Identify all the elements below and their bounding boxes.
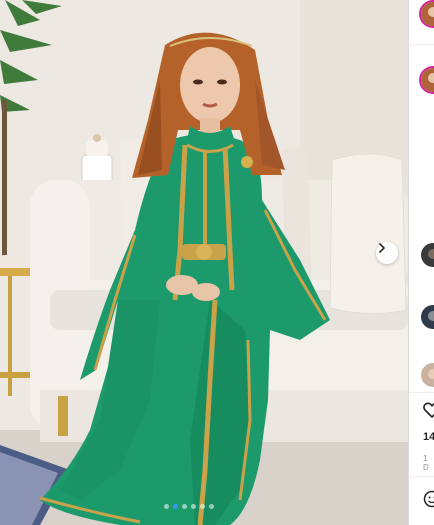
carousel-dot [191,504,196,509]
author-avatar[interactable] [421,2,434,26]
actions-divider [409,392,434,393]
post-photo [0,0,408,525]
post-date: 1 D [423,454,430,472]
carousel-indicator [164,504,214,509]
avatar-image [421,243,434,267]
avatar-image [421,305,434,329]
carousel-dot [200,504,205,509]
post-sidebar: 14 1 D [408,0,434,525]
carousel-dot [182,504,187,509]
carousel-dot [173,504,178,509]
emoji-icon[interactable] [423,490,434,508]
post-media[interactable] [0,0,408,525]
commenter-avatar[interactable] [421,243,434,267]
header-divider [409,44,434,45]
caption-avatar[interactable] [421,68,434,92]
avatar-image [421,363,434,387]
chevron-right-icon [379,243,385,253]
comment-divider [409,476,434,477]
next-slide-button[interactable] [376,242,398,264]
carousel-dot [209,504,214,509]
avatar-image [421,68,434,92]
commenter-avatar[interactable] [421,363,434,387]
likes-count[interactable]: 14 [423,431,434,443]
avatar-image [421,2,434,26]
commenter-avatar[interactable] [421,305,434,329]
carousel-dot [164,504,169,509]
heart-icon[interactable] [423,402,434,418]
